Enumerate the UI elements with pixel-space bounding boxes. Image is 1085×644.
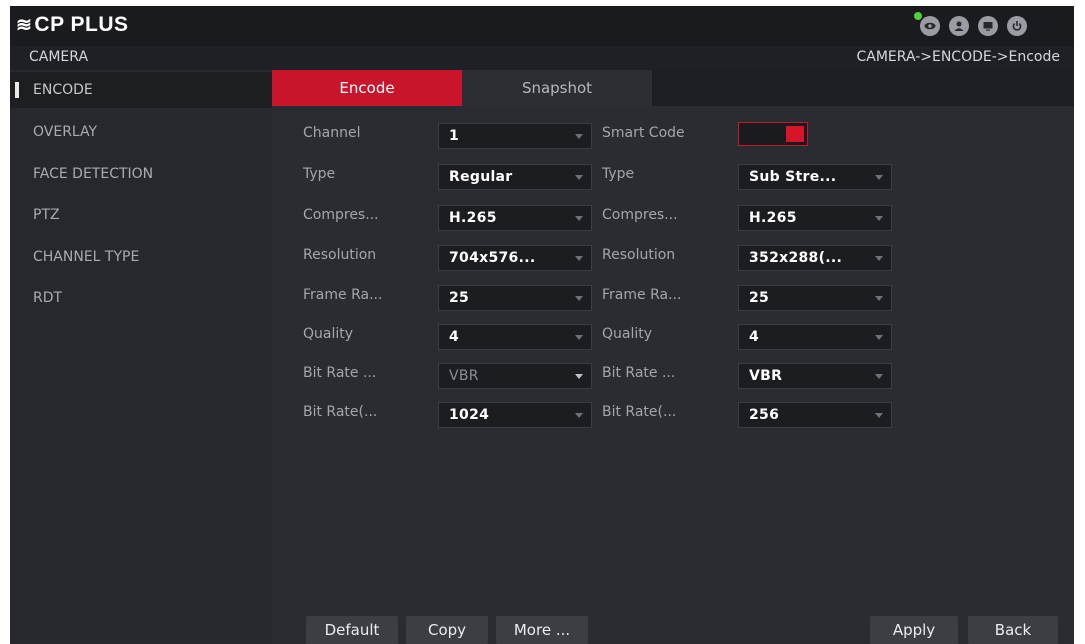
main-quality-select[interactable]: 4 (438, 324, 592, 350)
chevron-down-icon (575, 296, 583, 301)
chevron-down-icon (575, 413, 583, 418)
encode-panel: Encode Snapshot Channel 1 Smart Code Typ… (272, 70, 1074, 644)
chevron-down-icon (875, 216, 883, 221)
sub-type-label: Type (602, 166, 635, 182)
channel-value: 1 (449, 128, 460, 144)
main-frame-rate-label: Frame Ra... (303, 287, 383, 303)
tab-snapshot[interactable]: Snapshot (462, 70, 652, 106)
logo-text: CP PLUS (34, 13, 129, 36)
back-button[interactable]: Back (968, 616, 1058, 644)
sub-bitrate-label: Bit Rate(... (602, 404, 677, 420)
main-frame-rate-select[interactable]: 25 (438, 285, 592, 311)
main-quality-label: Quality (303, 326, 354, 342)
top-header: ≋CP PLUS (10, 6, 1074, 46)
chevron-down-icon (575, 374, 583, 379)
chevron-down-icon (875, 374, 883, 379)
main-frame-rate-value: 25 (449, 290, 470, 306)
sub-resolution-select[interactable]: 352x288(... (738, 245, 892, 271)
chevron-down-icon (875, 175, 883, 180)
default-button[interactable]: Default (306, 616, 398, 644)
sidebar-item-channel-type[interactable]: CHANNEL TYPE (10, 239, 272, 275)
copy-button[interactable]: Copy (406, 616, 488, 644)
sub-compression-value: H.265 (749, 210, 797, 226)
main-compression-label: Compres... (303, 207, 379, 223)
user-icon[interactable] (949, 16, 969, 36)
chevron-down-icon (575, 175, 583, 180)
chevron-down-icon (875, 413, 883, 418)
smart-code-toggle[interactable] (738, 122, 808, 146)
main-resolution-label: Resolution (303, 247, 377, 263)
sub-bitrate-type-value: VBR (749, 368, 783, 384)
sub-header: CAMERA CAMERA->ENCODE->Encode (10, 46, 1074, 71)
main-bitrate-type-value: VBR (449, 368, 479, 384)
chevron-down-icon (875, 335, 883, 340)
sub-compression-select[interactable]: H.265 (738, 205, 892, 231)
sidebar-item-overlay[interactable]: OVERLAY (10, 114, 272, 150)
sub-resolution-label: Resolution (602, 247, 676, 263)
sub-type-select[interactable]: Sub Stre... (738, 164, 892, 190)
sub-bitrate-type-select[interactable]: VBR (738, 363, 892, 389)
sub-quality-value: 4 (749, 329, 760, 345)
sidebar-item-ptz[interactable]: PTZ (10, 197, 272, 233)
tab-bar: Encode Snapshot (272, 70, 1074, 106)
cp-plus-logo: ≋CP PLUS (16, 13, 129, 37)
chevron-down-icon (875, 296, 883, 301)
toggle-knob (786, 126, 804, 142)
chevron-down-icon (875, 256, 883, 261)
sub-quality-label: Quality (602, 326, 653, 342)
channel-label: Channel (303, 125, 361, 141)
sub-frame-rate-label: Frame Ra... (602, 287, 682, 303)
main-compression-select[interactable]: H.265 (438, 205, 592, 231)
main-resolution-select[interactable]: 704x576... (438, 245, 592, 271)
main-quality-value: 4 (449, 329, 460, 345)
main-bitrate-value: 1024 (449, 407, 490, 423)
breadcrumb: CAMERA->ENCODE->Encode (856, 49, 1061, 65)
sidebar: ENCODE OVERLAY FACE DETECTION PTZ CHANNE… (10, 70, 272, 644)
channel-select[interactable]: 1 (438, 123, 592, 149)
smart-code-label: Smart Code (602, 125, 685, 141)
main-compression-value: H.265 (449, 210, 497, 226)
main-type-select[interactable]: Regular (438, 164, 592, 190)
eye-icon[interactable] (920, 16, 940, 36)
more-button[interactable]: More ... (496, 616, 588, 644)
main-type-label: Type (303, 166, 336, 182)
section-title: CAMERA (29, 49, 89, 65)
sub-frame-rate-select[interactable]: 25 (738, 285, 892, 311)
chevron-down-icon (575, 134, 583, 139)
dvr-screen: ≋CP PLUS CAMERA CAMERA->ENCODE->Encode E… (10, 6, 1074, 644)
sub-frame-rate-value: 25 (749, 290, 770, 306)
tab-encode[interactable]: Encode (272, 70, 462, 106)
main-bitrate-type-label: Bit Rate ... (303, 365, 377, 381)
logo-mark: ≋ (16, 15, 33, 36)
sidebar-item-encode[interactable]: ENCODE (10, 72, 272, 108)
sub-compression-label: Compres... (602, 207, 678, 223)
sub-bitrate-value: 256 (749, 407, 780, 423)
main-type-value: Regular (449, 169, 513, 185)
apply-button[interactable]: Apply (870, 616, 958, 644)
sub-bitrate-type-label: Bit Rate ... (602, 365, 676, 381)
main-bitrate-label: Bit Rate(... (303, 404, 378, 420)
screen-icon[interactable] (978, 16, 998, 36)
sub-type-value: Sub Stre... (749, 169, 837, 185)
chevron-down-icon (575, 256, 583, 261)
sub-resolution-value: 352x288(... (749, 250, 843, 266)
sub-bitrate-select[interactable]: 256 (738, 402, 892, 428)
status-online-dot (914, 12, 922, 20)
main-resolution-value: 704x576... (449, 250, 536, 266)
chevron-down-icon (575, 335, 583, 340)
sidebar-item-rdt[interactable]: RDT (10, 280, 272, 316)
main-bitrate-type-select[interactable]: VBR (438, 363, 592, 389)
sub-quality-select[interactable]: 4 (738, 324, 892, 350)
sidebar-item-face-detection[interactable]: FACE DETECTION (10, 156, 272, 192)
main-bitrate-select[interactable]: 1024 (438, 402, 592, 428)
chevron-down-icon (575, 216, 583, 221)
power-icon[interactable] (1007, 16, 1027, 36)
